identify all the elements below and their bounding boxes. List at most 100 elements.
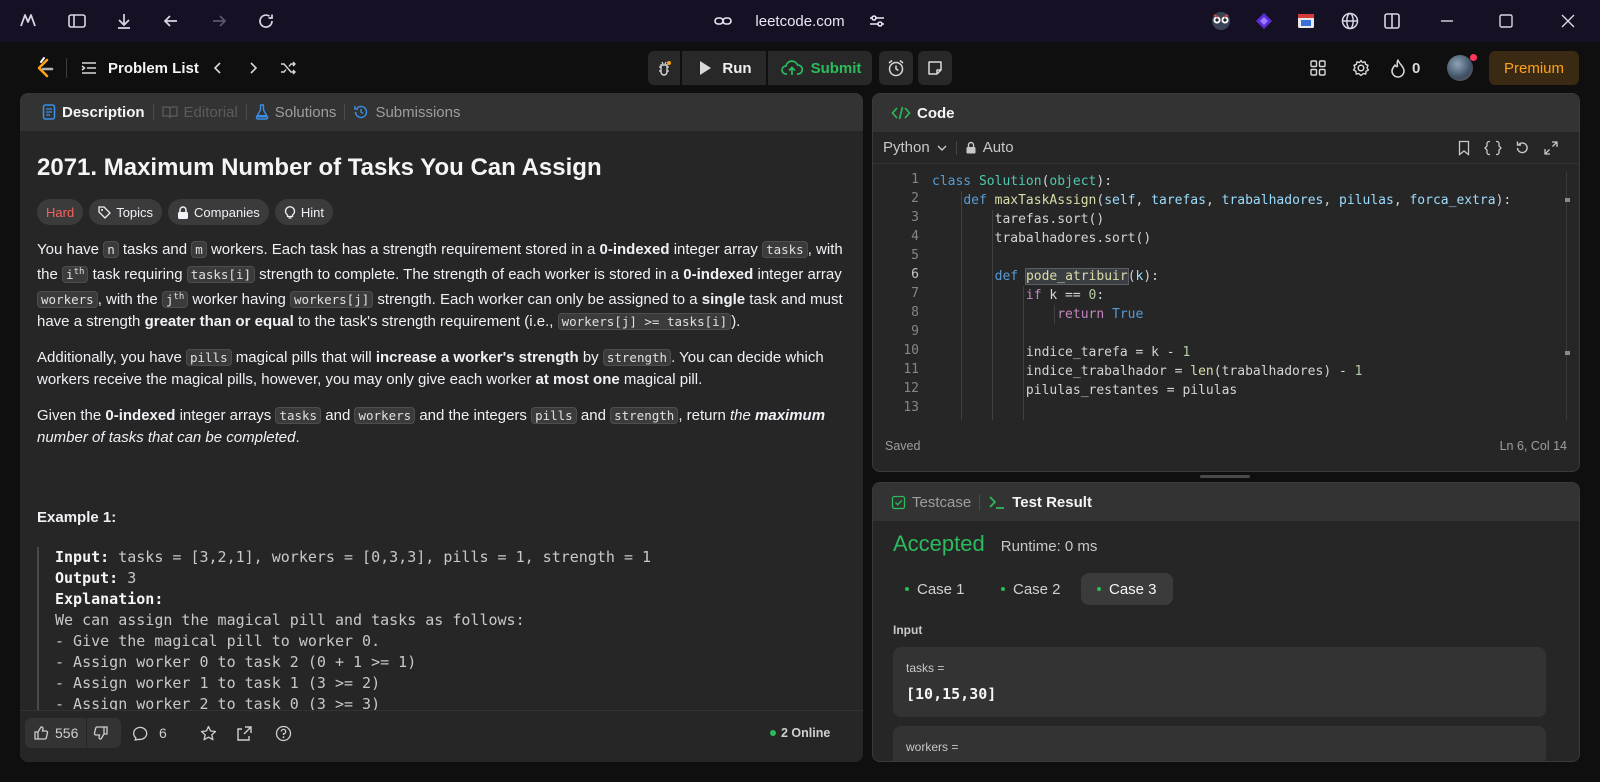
tab-testcase[interactable]: Testcase (883, 494, 979, 511)
submit-button[interactable]: Submit (770, 51, 872, 85)
auto-mode[interactable]: Auto (965, 139, 1014, 156)
close-icon[interactable] (1558, 11, 1578, 31)
problem-tags: Hard Topics Companies Hint (37, 199, 846, 225)
comments-button[interactable]: 6 (133, 718, 167, 748)
text: the (730, 407, 756, 425)
like-dislike-group: 556 (25, 718, 121, 748)
case-tab-1[interactable]: Case 1 (889, 573, 981, 605)
code-editor[interactable]: 1 2 3 4 5 6 7 8 9 10 11 12 13 class Solu… (873, 172, 1569, 420)
prev-problem-icon[interactable] (207, 56, 229, 80)
divider (955, 140, 957, 155)
bold-text: single (701, 291, 746, 309)
code-panel-header: Code (873, 94, 1579, 132)
bookmark-icon[interactable] (1456, 140, 1472, 156)
line-number: 9 (911, 324, 919, 339)
example-input: Input: tasks = [3,2,1], workers = [0,3,3… (55, 547, 846, 568)
layout-grid-icon[interactable] (1306, 56, 1330, 80)
shuffle-icon[interactable] (276, 56, 300, 80)
run-button[interactable]: Run (684, 51, 768, 85)
scroll-marker (1565, 198, 1570, 202)
topics-button[interactable]: Topics (89, 199, 163, 225)
document-icon (42, 104, 56, 120)
leetcode-logo-icon[interactable] (32, 56, 56, 80)
online-dot (770, 730, 776, 736)
token: def (994, 269, 1019, 284)
resize-handle[interactable] (1200, 475, 1250, 478)
input-var-card: workers = (893, 726, 1546, 761)
explanation-line: - Assign worker 0 to task 2 (0 + 1 >= 1) (55, 653, 417, 672)
tab-submissions[interactable]: Submissions (345, 104, 468, 121)
maximize-icon[interactable] (1496, 11, 1516, 31)
next-problem-icon[interactable] (242, 56, 264, 80)
premium-button[interactable]: Premium (1489, 51, 1579, 85)
extension-owl-icon[interactable] (1208, 11, 1234, 31)
token: forca_extra (1409, 193, 1496, 208)
code-line: def pode_atribuir(k): (994, 268, 1159, 285)
case-tab-2[interactable]: Case 2 (985, 573, 1077, 605)
tab-description[interactable]: Description (34, 104, 153, 121)
token: k (1135, 269, 1144, 284)
lightbulb-icon (284, 205, 296, 219)
line-number: 10 (903, 343, 919, 358)
dislike-button[interactable] (87, 718, 115, 748)
divider (66, 58, 67, 78)
help-icon[interactable] (275, 718, 292, 748)
url-text[interactable]: leetcode.com (755, 13, 844, 30)
problem-paragraph-1: You have n tasks and m workers. Each tas… (37, 239, 846, 333)
bold-text: 0-indexed (599, 241, 670, 258)
tab-test-result[interactable]: Test Result (980, 494, 1100, 511)
case-tab-3[interactable]: Case 3 (1081, 573, 1173, 605)
text: Given the (37, 407, 106, 425)
sidebar-icon[interactable] (67, 11, 87, 31)
extension-cast-icon[interactable] (1296, 11, 1316, 31)
line-number: 8 (911, 305, 919, 320)
notes-button[interactable] (918, 51, 952, 85)
language-selector[interactable]: Python (883, 139, 948, 156)
code-line: tarefas.sort() (932, 212, 1105, 227)
globe-icon[interactable] (1340, 11, 1360, 31)
inline-code: strength (610, 407, 679, 425)
avatar[interactable] (1447, 55, 1473, 81)
settings-gear-icon[interactable] (1349, 56, 1373, 80)
back-icon[interactable] (161, 11, 181, 31)
debug-icon[interactable] (648, 51, 682, 85)
bold-text: greater than or equal (144, 313, 294, 331)
favorite-star-icon[interactable] (200, 718, 217, 748)
browser-logo-icon[interactable] (18, 11, 38, 31)
code-panel: Code Python Auto 1 2 3 4 5 6 7 8 9 10 11… (872, 93, 1580, 472)
share-icon[interactable] (236, 718, 253, 748)
token: maxTaskAssign (994, 193, 1097, 208)
streak-count: 0 (1412, 59, 1421, 77)
link-icon[interactable] (713, 11, 733, 31)
tab-solutions[interactable]: Solutions (247, 104, 345, 121)
hint-button[interactable]: Hint (274, 199, 333, 225)
reset-code-icon[interactable] (1514, 140, 1530, 156)
extension-diamond-icon[interactable] (1254, 11, 1274, 31)
download-icon[interactable] (114, 11, 134, 31)
token: len (1190, 364, 1214, 379)
tab-editorial[interactable]: Editorial (154, 104, 246, 121)
problem-list-button[interactable]: Problem List (80, 56, 199, 80)
streak-counter[interactable]: 0 (1390, 56, 1420, 80)
timer-button[interactable] (879, 51, 913, 85)
companies-button[interactable]: Companies (168, 199, 269, 225)
input-var-name: tasks = (906, 661, 945, 675)
editor-scrollbar[interactable] (1566, 172, 1567, 420)
forward-icon[interactable] (209, 11, 229, 31)
problem-title: 2071. Maximum Number of Tasks You Can As… (37, 154, 602, 181)
split-view-icon[interactable] (1382, 11, 1402, 31)
site-settings-icon[interactable] (867, 11, 887, 31)
token: Solution (978, 174, 1042, 189)
expand-icon[interactable] (1543, 140, 1559, 156)
save-status: Saved (885, 439, 921, 453)
premium-label: Premium (1503, 59, 1564, 77)
format-braces-icon[interactable] (1484, 140, 1502, 156)
tab-code[interactable]: Code (883, 105, 963, 122)
minimize-icon[interactable] (1437, 11, 1457, 31)
editor-toolbar: Python Auto (873, 132, 1579, 164)
reload-icon[interactable] (256, 11, 276, 31)
inline-code: pills (185, 349, 232, 367)
inline-code: tasks[i] (186, 266, 256, 284)
like-button[interactable]: 556 (25, 718, 88, 748)
